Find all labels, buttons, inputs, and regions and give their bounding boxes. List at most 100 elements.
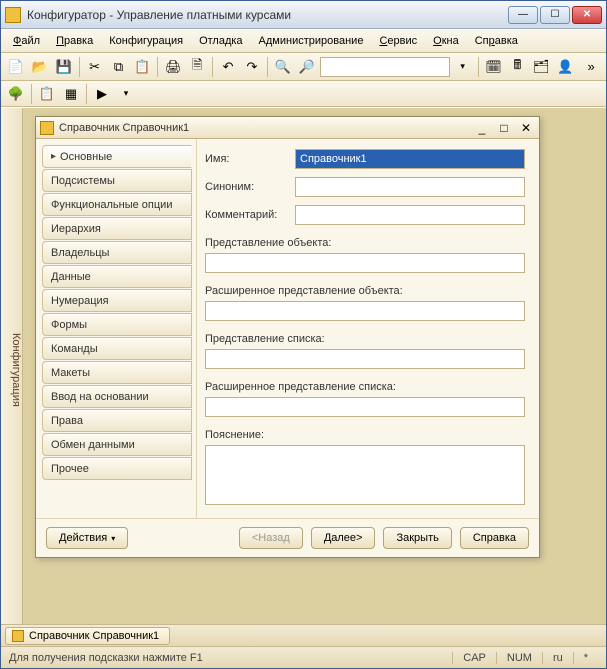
calc-icon[interactable]: 🖩 — [506, 56, 528, 78]
ext-object-repr-input[interactable] — [205, 301, 525, 321]
chevrons-icon[interactable]: » — [580, 56, 602, 78]
mdi-taskbar: Справочник Справочник1 — [1, 624, 606, 646]
status-lang: ru — [542, 652, 573, 664]
tab-data[interactable]: Данные — [42, 265, 192, 288]
secondary-toolbar: 🌳 📋 ▦ ▶ ▾ — [1, 81, 606, 107]
menu-help[interactable]: Справка — [469, 32, 524, 50]
menu-edit[interactable]: Правка — [50, 32, 99, 50]
new-icon[interactable]: 📄 — [5, 56, 27, 78]
save-icon[interactable]: 💾 — [53, 56, 75, 78]
tab-hierarchy[interactable]: Иерархия — [42, 217, 192, 240]
help-button[interactable]: Справка — [460, 527, 529, 549]
object-repr-input[interactable] — [205, 253, 525, 273]
toolbar-separator — [478, 57, 479, 77]
tab-subsystems[interactable]: Подсистемы — [42, 169, 192, 192]
close-button[interactable]: Закрыть — [383, 527, 451, 549]
main-window: Конфигуратор - Управление платными курса… — [0, 0, 607, 669]
ext-object-repr-label: Расширенное представление объекта: — [205, 285, 525, 297]
tab-functional-options[interactable]: Функциональные опции — [42, 193, 192, 216]
catalog-icon — [40, 121, 54, 135]
menu-config[interactable]: Конфигурация — [103, 32, 189, 50]
preview-icon[interactable]: 🗎 — [186, 56, 208, 78]
explanation-label: Пояснение: — [205, 429, 525, 441]
maximize-button[interactable]: ☐ — [540, 6, 570, 24]
list-icon[interactable]: 📋 — [36, 83, 58, 105]
titlebar: Конфигуратор - Управление платными курса… — [1, 1, 606, 29]
window-buttons: — ☐ ✕ — [508, 6, 602, 24]
cut-icon[interactable]: ✂ — [84, 56, 106, 78]
search-input[interactable] — [320, 57, 450, 77]
status-modified: * — [573, 652, 598, 664]
tab-rights[interactable]: Права — [42, 409, 192, 432]
status-cap: CAP — [452, 652, 496, 664]
tab-other[interactable]: Прочее — [42, 457, 192, 480]
chevron-down-icon: ▾ — [111, 534, 115, 543]
statusbar: Для получения подсказки нажмите F1 CAP N… — [1, 646, 606, 668]
menubar: Файл Правка Конфигурация Отладка Админис… — [1, 29, 606, 53]
status-hint: Для получения подсказки нажмите F1 — [9, 652, 452, 664]
toolbar-separator — [86, 84, 87, 104]
search-dropdown-icon[interactable]: ▾ — [452, 56, 474, 78]
tab-forms[interactable]: Формы — [42, 313, 192, 336]
tab-data-exchange[interactable]: Обмен данными — [42, 433, 192, 456]
status-num: NUM — [496, 652, 542, 664]
inner-minimize-button[interactable]: _ — [473, 121, 491, 135]
ext-list-repr-label: Расширенное представление списка: — [205, 381, 525, 393]
tab-input-on-basis[interactable]: Ввод на основании — [42, 385, 192, 408]
next-button[interactable]: Далее> — [311, 527, 376, 549]
play-icon[interactable]: ▶ — [91, 83, 113, 105]
toolbar-separator — [157, 57, 158, 77]
inner-close-button[interactable]: ✕ — [517, 121, 535, 135]
window-title: Конфигуратор - Управление платными курса… — [27, 8, 508, 22]
redo-icon[interactable]: ↷ — [241, 56, 263, 78]
tab-commands[interactable]: Команды — [42, 337, 192, 360]
config-tree-icon[interactable]: 🌳 — [5, 83, 27, 105]
side-tab-config[interactable]: Конфигурация — [1, 108, 23, 624]
print-icon[interactable]: 🖨 — [162, 56, 184, 78]
form-area: Имя: Синоним: Комментарий: Предста — [196, 139, 539, 518]
paste-icon[interactable]: 📋 — [131, 56, 153, 78]
name-input[interactable] — [295, 149, 525, 169]
list-repr-input[interactable] — [205, 349, 525, 369]
menu-admin[interactable]: Администрирование — [253, 32, 370, 50]
taskbar-tab[interactable]: Справочник Справочник1 — [5, 627, 170, 645]
synonym-label: Синоним: — [205, 181, 295, 193]
toolbar-separator — [31, 84, 32, 104]
menu-file[interactable]: Файл — [7, 32, 46, 50]
main-toolbar: 📄 📂 💾 ✂ ⧉ 📋 🖨 🗎 ↶ ↷ 🔍 🔎 ▾ 🗓 🖩 🗂 👤 » — [1, 53, 606, 81]
open-icon[interactable]: 📂 — [29, 56, 51, 78]
comment-input[interactable] — [295, 205, 525, 225]
close-button[interactable]: ✕ — [572, 6, 602, 24]
copy-stack-icon[interactable]: 🗂 — [530, 56, 552, 78]
tab-owners[interactable]: Владельцы — [42, 241, 192, 264]
grid-icon[interactable]: ▦ — [60, 83, 82, 105]
inner-maximize-button[interactable]: □ — [495, 121, 513, 135]
undo-icon[interactable]: ↶ — [217, 56, 239, 78]
ext-list-repr-input[interactable] — [205, 397, 525, 417]
tab-templates[interactable]: Макеты — [42, 361, 192, 384]
tab-numbering[interactable]: Нумерация — [42, 289, 192, 312]
toolbar-separator — [267, 57, 268, 77]
inner-window-title: Справочник Справочник1 — [59, 122, 473, 134]
minimize-button[interactable]: — — [508, 6, 538, 24]
calendar-icon[interactable]: 🗓 — [483, 56, 505, 78]
inner-footer: Действия▾ <Назад Далее> Закрыть Справка — [36, 518, 539, 557]
actions-button[interactable]: Действия▾ — [46, 527, 128, 549]
explanation-textarea[interactable] — [205, 445, 525, 505]
menu-service[interactable]: Сервис — [373, 32, 423, 50]
back-button[interactable]: <Назад — [239, 527, 303, 549]
tab-nav: Основные Подсистемы Функциональные опции… — [36, 139, 196, 518]
find-folder-icon[interactable]: 🔍 — [272, 56, 294, 78]
play-dropdown-icon[interactable]: ▾ — [115, 83, 137, 105]
zoom-icon[interactable]: 🔎 — [296, 56, 318, 78]
toolbar-separator — [212, 57, 213, 77]
tab-main[interactable]: Основные — [42, 145, 192, 168]
menu-windows[interactable]: Окна — [427, 32, 465, 50]
comment-label: Комментарий: — [205, 209, 295, 221]
object-repr-label: Представление объекта: — [205, 237, 525, 249]
menu-debug[interactable]: Отладка — [193, 32, 248, 50]
synonym-input[interactable] — [295, 177, 525, 197]
mdi-area: Справочник Справочник1 _ □ ✕ Основные По… — [23, 108, 606, 624]
user-icon[interactable]: 👤 — [554, 56, 576, 78]
copy-icon[interactable]: ⧉ — [108, 56, 130, 78]
